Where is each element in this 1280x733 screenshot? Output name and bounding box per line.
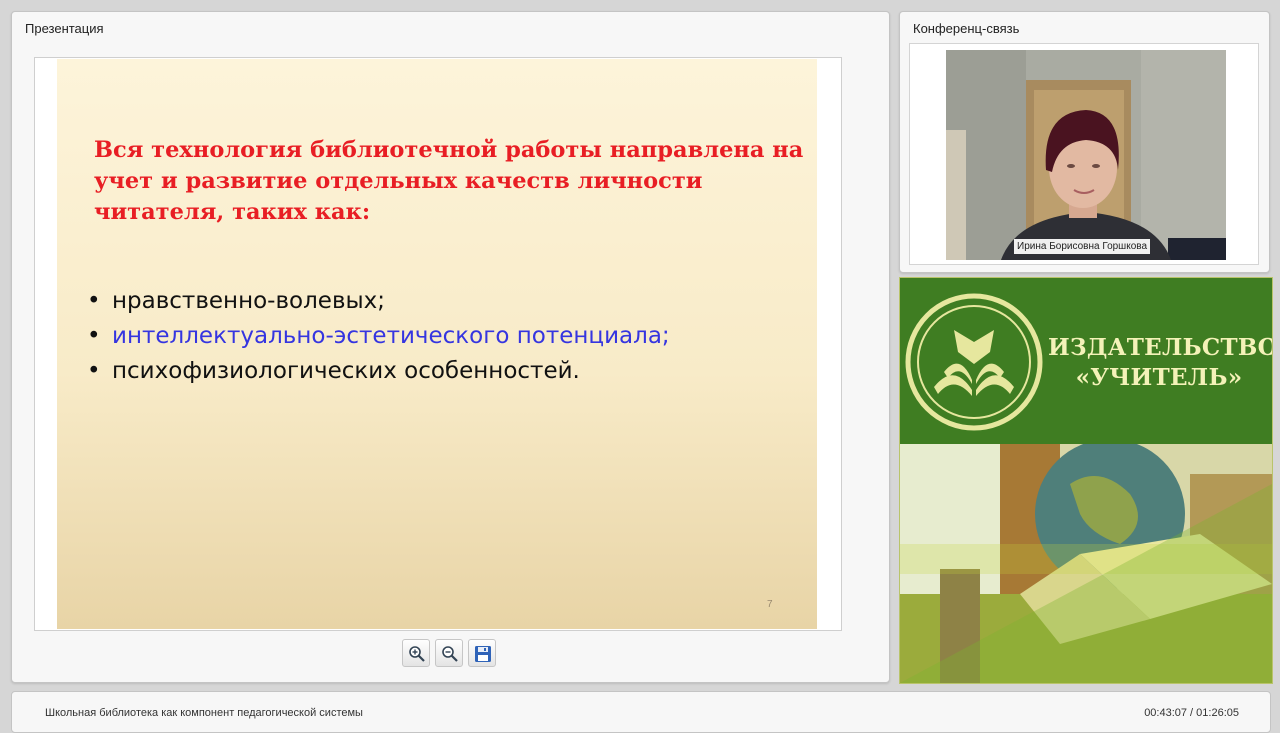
conference-panel-title: Конференц-связь bbox=[913, 21, 1020, 36]
zoom-out-button[interactable] bbox=[435, 639, 463, 667]
lecture-title: Школьная библиотека как компонент педаго… bbox=[45, 707, 363, 719]
slide-viewer[interactable]: Вся технология библиотечной работы напра… bbox=[34, 57, 842, 631]
slide-bullet: интеллектуально-эстетического потенциала… bbox=[87, 319, 670, 354]
footer-bar: Школьная библиотека как компонент педаго… bbox=[11, 691, 1271, 733]
banner-header: ИЗДАТЕЛЬСТВО «УЧИТЕЛЬ» bbox=[900, 278, 1272, 444]
conference-panel: Конференц-связь Ирина Борисовна Горшкова bbox=[899, 11, 1270, 273]
slide: Вся технология библиотечной работы напра… bbox=[57, 59, 817, 629]
banner-title-line1: ИЗДАТЕЛЬСТВО bbox=[1048, 334, 1273, 361]
zoom-out-icon bbox=[442, 646, 458, 662]
playback-time: 00:43:07 / 01:26:05 bbox=[1144, 707, 1239, 719]
presentation-panel: Презентация Вся технология библиотечной … bbox=[11, 11, 890, 683]
presentation-panel-title: Презентация bbox=[25, 21, 104, 36]
floppy-disk-icon bbox=[475, 646, 491, 662]
zoom-in-button[interactable] bbox=[402, 639, 430, 667]
webcam-scene bbox=[946, 50, 1226, 260]
publisher-banner: ИЗДАТЕЛЬСТВО «УЧИТЕЛЬ» bbox=[899, 277, 1273, 684]
publisher-logo-icon bbox=[905, 293, 1043, 431]
zoom-in-icon bbox=[409, 646, 425, 662]
video-frame: Ирина Борисовна Горшкова bbox=[909, 43, 1259, 265]
banner-title-line2: «УЧИТЕЛЬ» bbox=[1075, 364, 1243, 391]
slide-bullet: нравственно-волевых; bbox=[87, 284, 670, 319]
books-globe-image bbox=[900, 444, 1272, 683]
banner-photo bbox=[900, 444, 1272, 683]
participant-name-label: Ирина Борисовна Горшкова bbox=[1014, 239, 1151, 254]
slide-heading: Вся технология библиотечной работы напра… bbox=[94, 137, 804, 225]
save-button[interactable] bbox=[468, 639, 496, 667]
slide-bullet-list: нравственно-волевых; интеллектуально-эст… bbox=[87, 284, 670, 389]
slide-number: 7 bbox=[767, 599, 773, 610]
webcam-video[interactable]: Ирина Борисовна Горшкова bbox=[946, 50, 1226, 260]
slide-bullet: психофизиологических особенностей. bbox=[87, 354, 670, 389]
